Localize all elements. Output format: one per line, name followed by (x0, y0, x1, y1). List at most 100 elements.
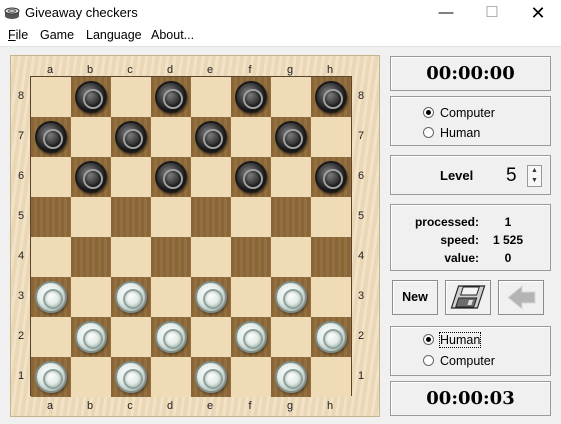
square-h5[interactable] (311, 197, 351, 237)
square-b4[interactable] (71, 237, 111, 277)
square-g6[interactable] (271, 157, 311, 197)
square-f1[interactable] (231, 357, 271, 397)
rank-label-6-left: 6 (17, 170, 25, 182)
white-checker-g1[interactable] (275, 361, 307, 393)
black-checker-b8[interactable] (75, 81, 107, 113)
undo-button[interactable] (498, 280, 544, 315)
square-e5[interactable] (191, 197, 231, 237)
menu-file[interactable]: File (8, 28, 28, 42)
rank-label-1-left: 1 (17, 370, 25, 382)
square-a2[interactable] (31, 317, 71, 357)
spin-up-icon[interactable]: ▲ (528, 166, 541, 176)
square-h1[interactable] (311, 357, 351, 397)
white-checker-a3[interactable] (35, 281, 67, 313)
square-h4[interactable] (311, 237, 351, 277)
square-g4[interactable] (271, 237, 311, 277)
square-d4[interactable] (151, 237, 191, 277)
square-c2[interactable] (111, 317, 151, 357)
square-c4[interactable] (111, 237, 151, 277)
square-e2[interactable] (191, 317, 231, 357)
square-a8[interactable] (31, 77, 71, 117)
square-g5[interactable] (271, 197, 311, 237)
file-label-e-top: e (206, 64, 214, 76)
white-checker-e3[interactable] (195, 281, 227, 313)
minimize-button[interactable]: — (423, 0, 469, 26)
square-f3[interactable] (231, 277, 271, 317)
maximize-button[interactable]: ☐ (469, 0, 515, 26)
rank-label-5-right: 5 (357, 210, 365, 222)
square-g8[interactable] (271, 77, 311, 117)
white-checker-e1[interactable] (195, 361, 227, 393)
new-game-button[interactable]: New (392, 280, 438, 315)
square-f7[interactable] (231, 117, 271, 157)
black-checker-d6[interactable] (155, 161, 187, 193)
file-label-c-bottom: c (127, 400, 133, 412)
white-checker-c3[interactable] (115, 281, 147, 313)
square-d7[interactable] (151, 117, 191, 157)
file-label-g-top: g (286, 64, 294, 76)
top-player-option-human[interactable]: Human (423, 126, 480, 140)
black-checker-f6[interactable] (235, 161, 267, 193)
square-a5[interactable] (31, 197, 71, 237)
square-g2[interactable] (271, 317, 311, 357)
square-d1[interactable] (151, 357, 191, 397)
white-checker-f2[interactable] (235, 321, 267, 353)
rank-label-7-right: 7 (357, 130, 365, 142)
file-label-a-bottom: a (46, 400, 54, 412)
square-h3[interactable] (311, 277, 351, 317)
square-a6[interactable] (31, 157, 71, 197)
white-checker-h2[interactable] (315, 321, 347, 353)
square-c5[interactable] (111, 197, 151, 237)
square-h7[interactable] (311, 117, 351, 157)
checkers-app-icon (4, 7, 20, 19)
white-checker-g3[interactable] (275, 281, 307, 313)
square-b3[interactable] (71, 277, 111, 317)
rank-label-8-right: 8 (357, 90, 365, 102)
black-checker-f8[interactable] (235, 81, 267, 113)
square-d5[interactable] (151, 197, 191, 237)
white-checker-d2[interactable] (155, 321, 187, 353)
black-checker-e7[interactable] (195, 121, 227, 153)
black-checker-b6[interactable] (75, 161, 107, 193)
black-checker-g7[interactable] (275, 121, 307, 153)
level-label: Level (440, 168, 474, 183)
checkers-board[interactable] (30, 76, 352, 397)
black-checker-a7[interactable] (35, 121, 67, 153)
square-e8[interactable] (191, 77, 231, 117)
black-checker-d8[interactable] (155, 81, 187, 113)
square-e4[interactable] (191, 237, 231, 277)
title-bar: Giveaway checkers — ☐ ✕ (0, 0, 561, 26)
spin-down-icon[interactable]: ▼ (528, 176, 541, 186)
square-b5[interactable] (71, 197, 111, 237)
top-player-option-computer[interactable]: Computer (423, 106, 495, 120)
square-b7[interactable] (71, 117, 111, 157)
square-c8[interactable] (111, 77, 151, 117)
black-checker-h6[interactable] (315, 161, 347, 193)
square-d3[interactable] (151, 277, 191, 317)
file-label-b-top: b (86, 64, 94, 76)
save-button[interactable] (445, 280, 491, 315)
black-checker-h8[interactable] (315, 81, 347, 113)
menu-game[interactable]: Game (40, 28, 74, 42)
white-checker-b2[interactable] (75, 321, 107, 353)
bottom-player-option-computer[interactable]: Computer (423, 354, 495, 368)
search-stats-panel: processed: 1 speed: 1 525 value: 0 (390, 204, 551, 271)
square-f5[interactable] (231, 197, 271, 237)
level-value: 5 (506, 165, 517, 186)
menu-language[interactable]: Language (86, 28, 142, 42)
level-spinner[interactable]: ▲ ▼ (527, 165, 542, 187)
black-checker-c7[interactable] (115, 121, 147, 153)
white-checker-c1[interactable] (115, 361, 147, 393)
square-a4[interactable] (31, 237, 71, 277)
square-b1[interactable] (71, 357, 111, 397)
rank-label-2-left: 2 (17, 330, 25, 342)
square-c6[interactable] (111, 157, 151, 197)
square-e6[interactable] (191, 157, 231, 197)
rank-label-4-right: 4 (357, 250, 365, 262)
bottom-player-option-human[interactable]: Human (423, 332, 482, 348)
menu-bar: File Game Language About... (0, 26, 561, 47)
square-f4[interactable] (231, 237, 271, 277)
close-button[interactable]: ✕ (515, 0, 561, 26)
white-checker-a1[interactable] (35, 361, 67, 393)
menu-about[interactable]: About... (151, 28, 194, 42)
